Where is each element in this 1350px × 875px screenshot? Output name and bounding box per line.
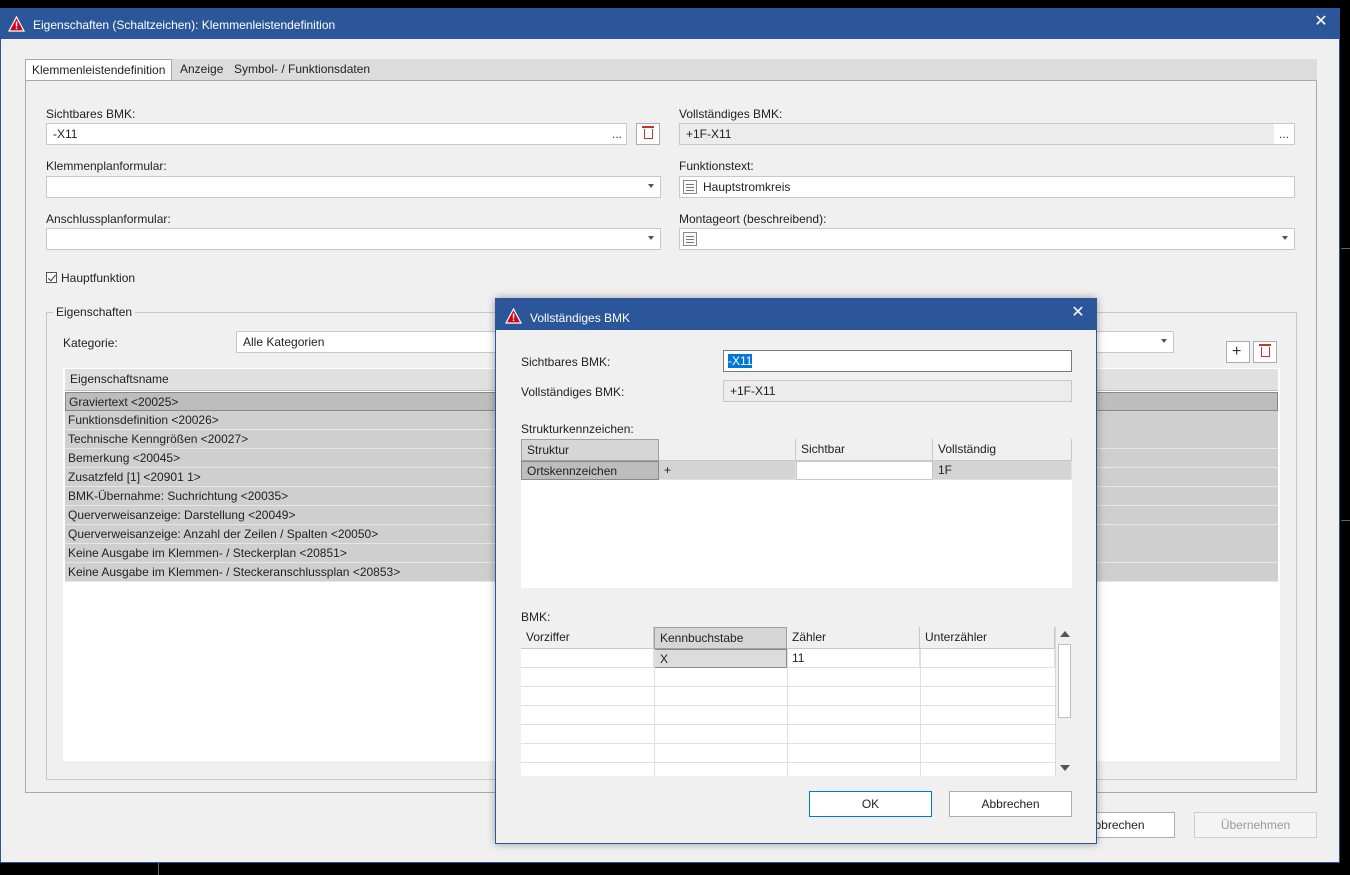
vollstaendiges-bmk-input[interactable]: +1F-X11 ... <box>679 123 1295 145</box>
background-edge <box>1341 248 1350 249</box>
vollstaendiges-bmk-value: +1F-X11 <box>686 127 732 141</box>
strukturkennzeichen-label: Strukturkennzeichen: <box>521 422 634 436</box>
vorziffer-cell[interactable] <box>521 649 654 668</box>
kategorie-label: Kategorie: <box>63 336 118 350</box>
value-cell[interactable] <box>1097 525 1278 544</box>
column-divider <box>920 649 921 776</box>
chevron-down-icon <box>648 236 654 240</box>
klemmenplanformular-label: Klemmenplanformular: <box>46 159 167 173</box>
anschlussplanformular-label: Anschlussplanformular: <box>46 212 171 226</box>
unterzaehler-cell[interactable] <box>920 649 1055 668</box>
ok-button[interactable]: OK <box>809 791 932 817</box>
unterzaehler-col-header[interactable]: Unterzähler <box>920 627 1055 649</box>
kategorie-value: Alle Kategorien <box>243 335 325 349</box>
chevron-down-icon <box>648 184 654 188</box>
table-row[interactable] <box>521 744 1055 763</box>
delete-property-button[interactable] <box>1253 341 1277 363</box>
anschlussplanformular-select[interactable] <box>46 228 661 250</box>
table-row[interactable] <box>521 706 1055 725</box>
trash-icon <box>1259 344 1271 357</box>
zaehler-col-header[interactable]: Zähler <box>787 627 920 649</box>
translate-icon <box>683 232 697 246</box>
bmk-grid: Vorziffer Kennbuchstabe Zähler Unterzähl… <box>521 627 1072 776</box>
sichtbar-col-header[interactable]: Sichtbar <box>796 439 933 461</box>
dialog-vollstaendiges-bmk-value: +1F-X11 <box>730 384 776 398</box>
kennbuchstabe-cell[interactable]: X <box>654 649 787 668</box>
close-icon[interactable]: ✕ <box>1068 303 1088 323</box>
dialog-sichtbares-bmk-value: -X11 <box>728 354 753 368</box>
background-edge <box>158 863 159 875</box>
trash-icon <box>642 126 654 139</box>
table-row[interactable] <box>521 668 1055 687</box>
dialog-vollstaendiges-bmk-label: Vollständiges BMK: <box>521 385 625 399</box>
close-icon[interactable]: ✕ <box>1311 12 1331 32</box>
funktionstext-input[interactable]: Hauptstromkreis <box>679 176 1295 198</box>
chevron-down-icon <box>1161 339 1167 343</box>
prefix-col-header[interactable] <box>659 439 796 461</box>
column-divider <box>787 649 788 776</box>
dialog-titlebar[interactable]: Vollständiges BMK ✕ <box>496 299 1096 330</box>
table-row[interactable] <box>521 725 1055 744</box>
scroll-down-icon[interactable] <box>1060 765 1070 771</box>
klemmenplanformular-select[interactable] <box>46 176 661 198</box>
tab-anzeige[interactable]: Anzeige <box>174 59 229 80</box>
scroll-up-icon[interactable] <box>1060 631 1070 637</box>
montageort-select[interactable] <box>679 228 1295 250</box>
translate-icon <box>683 180 697 194</box>
tab-symbol-funktionsdaten[interactable]: Symbol- / Funktionsdaten <box>228 59 376 80</box>
window-titlebar[interactable]: Eigenschaften (Schaltzeichen): Klemmenle… <box>1 9 1339 39</box>
funktionstext-label: Funktionstext: <box>679 159 754 173</box>
window-title: Eigenschaften (Schaltzeichen): Klemmenle… <box>33 18 336 32</box>
vollstaendiges-bmk-dialog: Vollständiges BMK ✕ Sichtbares BMK: -X11… <box>495 298 1097 844</box>
plus-icon: + <box>1232 343 1242 360</box>
background-edge <box>1341 520 1350 521</box>
dialog-vollstaendiges-bmk-input[interactable]: +1F-X11 <box>723 380 1072 402</box>
more-dots-button[interactable]: ... <box>612 124 622 144</box>
vertical-scrollbar[interactable] <box>1055 627 1072 776</box>
sichtbares-bmk-input[interactable]: -X11 ... <box>46 123 627 145</box>
column-divider <box>654 649 655 776</box>
vollstaendig-col-header[interactable]: Vollständig <box>933 439 1072 461</box>
montageort-label: Montageort (beschreibend): <box>679 212 827 226</box>
prefix-cell[interactable]: + <box>659 461 796 480</box>
sichtbares-bmk-label: Sichtbares BMK: <box>46 107 136 121</box>
bmk-label: BMK: <box>521 610 551 624</box>
tab-klemmenleistendefinition[interactable]: Klemmenleistendefinition <box>25 59 173 81</box>
dialog-sichtbares-bmk-label: Sichtbares BMK: <box>521 355 611 369</box>
dialog-sichtbares-bmk-input[interactable]: -X11 <box>723 350 1072 372</box>
app-warning-icon <box>8 16 25 32</box>
uebernehmen-button[interactable]: Übernehmen <box>1194 812 1317 838</box>
struktur-cell[interactable]: Ortskennzeichen <box>521 461 659 480</box>
vorziffer-col-header[interactable]: Vorziffer <box>521 627 654 649</box>
hauptfunktion-checkbox[interactable] <box>46 272 57 283</box>
more-dots-button[interactable]: ... <box>1274 124 1294 144</box>
hauptfunktion-label: Hauptfunktion <box>61 271 136 285</box>
dialog-title: Vollständiges BMK <box>530 311 631 325</box>
vollstaendiges-bmk-label: Vollständiges BMK: <box>679 107 783 121</box>
chevron-down-icon <box>1282 236 1288 240</box>
delete-bmk-button[interactable] <box>636 123 660 145</box>
scroll-thumb[interactable] <box>1058 644 1071 718</box>
app-warning-icon <box>505 308 522 324</box>
dialog-abbrechen-button[interactable]: Abbrechen <box>949 791 1072 817</box>
eigenschaften-group-title: Eigenschaften <box>53 305 136 319</box>
zaehler-cell[interactable]: 11 <box>787 649 920 668</box>
add-property-button[interactable]: + <box>1226 341 1250 363</box>
sichtbar-cell[interactable] <box>796 461 933 480</box>
funktionstext-value: Hauptstromkreis <box>703 180 791 194</box>
sichtbares-bmk-value: -X11 <box>53 127 78 141</box>
struktur-grid: Struktur Sichtbar Vollständig Ortskennze… <box>521 439 1072 588</box>
kennbuchstabe-col-header[interactable]: Kennbuchstabe <box>654 627 787 649</box>
struktur-col-header[interactable]: Struktur <box>521 439 659 461</box>
value-cell[interactable] <box>1097 411 1278 430</box>
table-row[interactable] <box>521 687 1055 706</box>
tab-strip: Klemmenleistendefinition Anzeige Symbol-… <box>25 59 1317 81</box>
vollstaendig-cell[interactable]: 1F <box>933 461 1072 480</box>
